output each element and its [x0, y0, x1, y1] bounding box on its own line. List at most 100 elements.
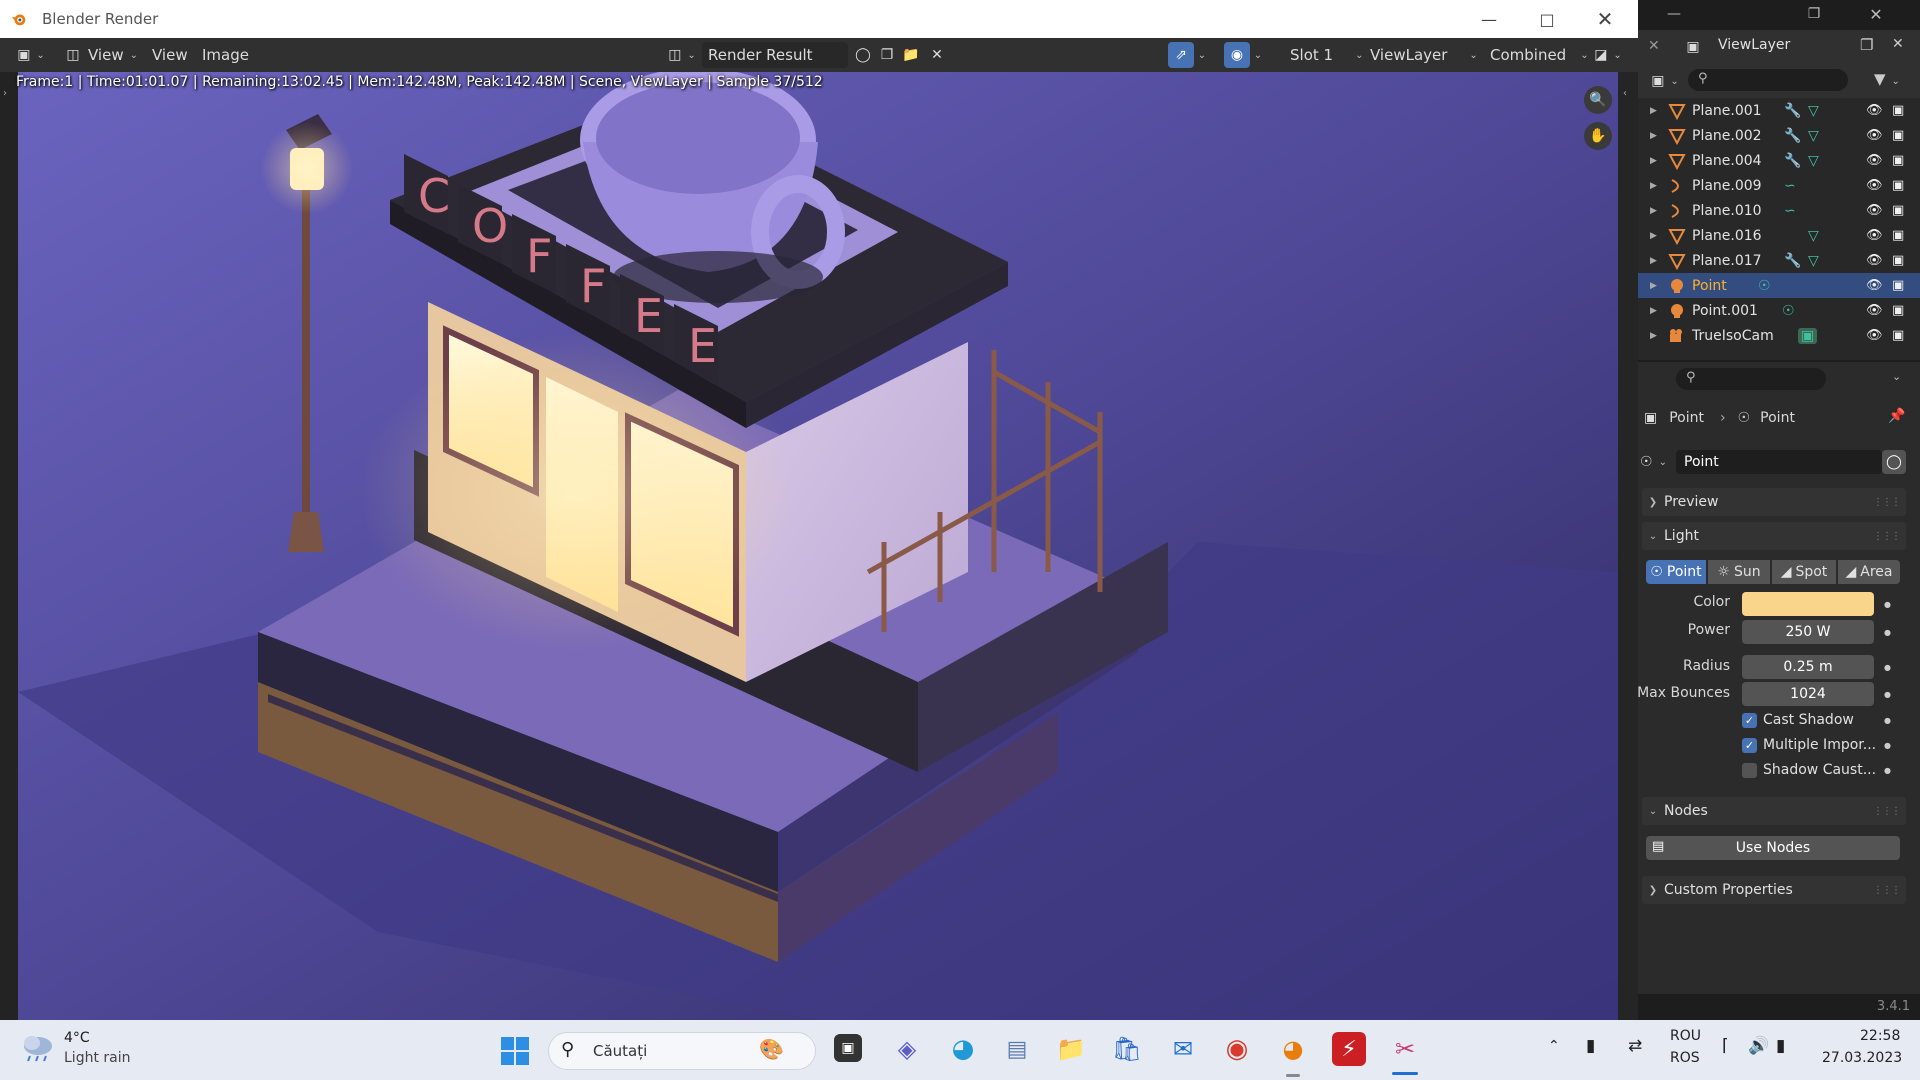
wifi-icon[interactable]: ⌈: [1722, 1036, 1729, 1056]
edge-browser-icon[interactable]: ◕: [946, 1032, 980, 1066]
blender-taskbar-icon[interactable]: ◕: [1276, 1032, 1310, 1066]
cast-shadow-checkbox[interactable]: ✓ Cast Shadow: [1742, 712, 1854, 728]
battery-icon[interactable]: ▮: [1776, 1036, 1785, 1056]
unlink-image-icon[interactable]: ✕: [924, 42, 950, 68]
image-name-field[interactable]: Render Result: [702, 42, 848, 68]
expand-arrow-icon[interactable]: ▶: [1650, 181, 1657, 191]
shadow-caustics-checkbox[interactable]: Shadow Caust...: [1742, 762, 1876, 778]
view-layer-dropdown[interactable]: ViewLayer ⌄: [1364, 42, 1484, 68]
keyframe-dot-icon[interactable]: ●: [1884, 716, 1891, 725]
outliner-row[interactable]: ▶ Plane.004 🔧 ▽ 👁 ▣: [1638, 148, 1920, 173]
wrench-icon[interactable]: 🔧: [1784, 103, 1801, 119]
keyframe-dot-icon[interactable]: ●: [1884, 690, 1891, 699]
max-bounces-field[interactable]: 1024: [1742, 682, 1874, 706]
expand-sidebar-icon[interactable]: ‹: [1623, 88, 1627, 99]
mesh-data-icon[interactable]: ▽: [1808, 153, 1819, 169]
overlays-dropdown[interactable]: ⌄: [1250, 42, 1266, 68]
mesh-data-icon[interactable]: ▽: [1808, 103, 1819, 119]
wrench-icon[interactable]: 🔧: [1784, 153, 1801, 169]
minimize-button[interactable]: —: [1460, 0, 1518, 38]
radius-field[interactable]: 0.25 m: [1742, 655, 1874, 679]
main-close-button[interactable]: ✕: [1854, 0, 1898, 28]
properties-options-chevron[interactable]: ⌄: [1892, 370, 1901, 383]
light-type-area[interactable]: ◢ Area: [1838, 560, 1900, 584]
panel-light[interactable]: ⌄ Light ⋮⋮⋮: [1642, 522, 1906, 550]
checkbox-checked-icon[interactable]: ✓: [1742, 712, 1757, 728]
render-camera-icon[interactable]: ▣: [1892, 178, 1904, 193]
render-camera-icon[interactable]: ▣: [1892, 228, 1904, 243]
drag-handle-icon[interactable]: ⋮⋮⋮: [1873, 806, 1901, 817]
visibility-eye-icon[interactable]: 👁: [1866, 128, 1883, 143]
outliner-display-mode-button[interactable]: ▣ ⌄: [1648, 68, 1682, 94]
light-data-icon[interactable]: ☉: [1758, 278, 1771, 294]
use-nodes-button[interactable]: ▤ Use Nodes: [1646, 836, 1900, 860]
visibility-eye-icon[interactable]: 👁: [1866, 203, 1883, 218]
menu-view[interactable]: View: [146, 42, 194, 68]
outliner-row-selected[interactable]: ▶ Point ☉ 👁 ▣: [1638, 273, 1920, 298]
datablock-browse-button[interactable]: ☉ ⌄: [1640, 450, 1680, 474]
chrome-browser-icon[interactable]: ◉: [1220, 1032, 1254, 1066]
slot-dropdown[interactable]: Slot 1 ⌄: [1284, 42, 1369, 68]
render-camera-icon[interactable]: ▣: [1892, 128, 1904, 143]
maximize-button[interactable]: □: [1518, 0, 1576, 38]
pan-hand-icon[interactable]: ✋: [1584, 122, 1612, 150]
panel-preview[interactable]: ❯ Preview ⋮⋮⋮: [1642, 488, 1906, 516]
keyframe-dot-icon[interactable]: ●: [1884, 628, 1891, 637]
flash-app-icon[interactable]: ⚡: [1332, 1032, 1366, 1066]
editor-type-button[interactable]: ▣ ⌄: [14, 42, 48, 68]
curve-data-icon[interactable]: ∽: [1784, 178, 1796, 194]
mesh-data-icon[interactable]: ▽: [1808, 228, 1819, 244]
wrench-icon[interactable]: 🔧: [1784, 253, 1801, 269]
light-type-spot[interactable]: ◢ Spot: [1772, 560, 1836, 584]
curve-data-icon[interactable]: ∽: [1784, 203, 1796, 219]
render-camera-icon[interactable]: ▣: [1892, 203, 1904, 218]
expand-arrow-icon[interactable]: ▶: [1650, 206, 1657, 216]
overlays-icon[interactable]: ◉: [1224, 42, 1250, 68]
drag-handle-icon[interactable]: ⋮⋮⋮: [1873, 497, 1901, 508]
expand-arrow-icon[interactable]: ▶: [1650, 106, 1657, 116]
properties-search-input[interactable]: ⚲: [1676, 368, 1826, 390]
performance-monitor-icon[interactable]: ▤: [1000, 1032, 1034, 1066]
keyframe-dot-icon[interactable]: ●: [1884, 741, 1891, 750]
view-layer-name[interactable]: ViewLayer: [1718, 37, 1790, 53]
fake-user-shield-icon[interactable]: ◯: [1882, 450, 1906, 474]
panel-nodes[interactable]: ⌄ Nodes ⋮⋮⋮: [1642, 797, 1906, 825]
image-browse-button[interactable]: ◫ ⌄: [664, 42, 700, 68]
visibility-eye-icon[interactable]: 👁: [1866, 228, 1883, 243]
input-language-bottom[interactable]: ROS: [1670, 1050, 1700, 1066]
tray-transfer-icon[interactable]: ⇄: [1628, 1036, 1642, 1056]
visibility-eye-icon[interactable]: 👁: [1866, 153, 1883, 168]
outliner-row[interactable]: ▶ TrueIsoCam ▣ 👁 ▣: [1638, 323, 1920, 348]
tray-app-icon[interactable]: ▮: [1586, 1036, 1595, 1056]
render-camera-icon[interactable]: ▣: [1892, 328, 1904, 343]
wrench-icon[interactable]: 🔧: [1784, 128, 1801, 144]
filter-icon[interactable]: ▼ ⌄: [1874, 70, 1900, 88]
file-explorer-icon[interactable]: 📁: [1054, 1032, 1088, 1066]
mesh-data-icon[interactable]: ▽: [1808, 128, 1819, 144]
render-pass-dropdown[interactable]: Combined ⌄: [1484, 42, 1595, 68]
outliner-row[interactable]: ▶ Plane.010 ∽ 👁 ▣: [1638, 198, 1920, 223]
outliner-row[interactable]: ▶ Plane.001 🔧 ▽ 👁 ▣: [1638, 98, 1920, 123]
keyframe-dot-icon[interactable]: ●: [1884, 663, 1891, 672]
clock-date[interactable]: 27.03.2023: [1822, 1050, 1902, 1066]
expand-arrow-icon[interactable]: ▶: [1650, 156, 1657, 166]
new-view-layer-icon[interactable]: ❐: [1860, 36, 1873, 54]
drag-handle-icon[interactable]: ⋮⋮⋮: [1873, 531, 1901, 542]
panel-custom-properties[interactable]: ❯ Custom Properties ⋮⋮⋮: [1642, 876, 1906, 904]
open-image-folder-icon[interactable]: 📁: [898, 42, 924, 68]
sample-tool-icon[interactable]: ⇗: [1168, 42, 1194, 68]
outliner-row[interactable]: ▶ Plane.009 ∽ 👁 ▣: [1638, 173, 1920, 198]
zoom-icon[interactable]: 🔍: [1584, 86, 1612, 114]
keyframe-dot-icon[interactable]: ●: [1884, 766, 1891, 775]
weather-desc[interactable]: Light rain: [64, 1050, 131, 1066]
keyframe-dot-icon[interactable]: ●: [1884, 600, 1891, 609]
microsoft-store-icon[interactable]: 🛍: [1110, 1032, 1144, 1066]
visibility-eye-icon[interactable]: 👁: [1866, 328, 1883, 343]
toolbar-strip-left[interactable]: ›: [0, 72, 18, 1020]
checkbox-checked-icon[interactable]: ✓: [1742, 737, 1757, 753]
light-type-point[interactable]: ☉ Point: [1646, 560, 1706, 584]
light-data-icon[interactable]: ☉: [1782, 303, 1795, 319]
expand-arrow-icon[interactable]: ▶: [1650, 231, 1657, 241]
expand-toolbar-icon[interactable]: ›: [3, 88, 7, 99]
fake-user-shield-icon[interactable]: ◯: [850, 42, 876, 68]
